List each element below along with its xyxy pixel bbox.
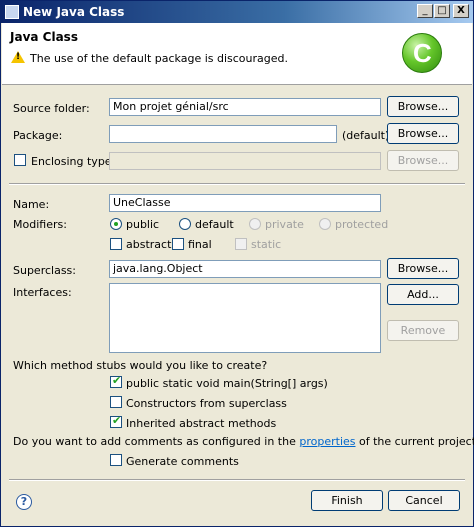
warning-message: The use of the default package is discou… [30, 52, 289, 65]
final-label: final [188, 238, 212, 251]
comments-question-pre: Do you want to add comments as configure… [13, 435, 300, 448]
finish-button[interactable]: Finish [311, 490, 383, 511]
warning-icon: ! [11, 51, 25, 63]
main-method-checkbox[interactable] [110, 374, 122, 388]
source-folder-browse-button[interactable]: Browse... [387, 96, 459, 117]
enclosing-type-label: Enclosing type: [31, 155, 116, 168]
interfaces-label: Interfaces: [13, 286, 72, 299]
superclass-input[interactable]: java.lang.Object [109, 260, 381, 278]
static-checkbox[interactable] [235, 238, 247, 250]
superclass-label: Superclass: [13, 264, 76, 277]
interfaces-list[interactable] [109, 283, 381, 353]
generate-comments-label: Generate comments [126, 455, 239, 468]
public-label: public [126, 218, 160, 231]
comments-question-post: of the current project? [355, 435, 474, 448]
separator [9, 183, 465, 185]
method-stubs-question: Which method stubs would you like to cre… [13, 359, 268, 372]
footer-separator [9, 479, 465, 481]
remove-interface-button[interactable]: Remove [387, 320, 459, 341]
protected-radio[interactable] [319, 218, 331, 230]
java-class-logo-icon: C [402, 33, 442, 73]
window-title: New Java Class [23, 5, 125, 19]
package-label: Package: [13, 129, 63, 142]
maximize-button[interactable]: □ [434, 4, 450, 18]
name-input[interactable]: UneClasse [109, 194, 381, 212]
enclosing-type-checkbox[interactable] [14, 154, 26, 166]
source-folder-label: Source folder: [13, 102, 90, 115]
enclosing-type-input[interactable] [109, 152, 381, 170]
final-checkbox[interactable] [172, 238, 184, 250]
properties-link[interactable]: properties [299, 435, 355, 448]
source-folder-input[interactable]: Mon projet génial/src [109, 98, 381, 116]
default-label: default [195, 218, 234, 231]
protected-label: protected [335, 218, 389, 231]
default-radio[interactable] [179, 218, 191, 230]
static-label: static [251, 238, 282, 251]
package-input[interactable] [109, 125, 337, 143]
help-icon[interactable]: ? [16, 494, 32, 510]
main-method-label: public static void main(String[] args) [126, 377, 328, 390]
private-radio[interactable] [249, 218, 261, 230]
page-title: Java Class [10, 30, 78, 44]
modifiers-label: Modifiers: [13, 218, 67, 231]
superclass-browse-button[interactable]: Browse... [387, 258, 459, 279]
comments-question: Do you want to add comments as configure… [13, 435, 474, 448]
name-label: Name: [13, 198, 50, 211]
close-button[interactable]: X [453, 4, 469, 18]
minimize-button[interactable]: _ [417, 4, 433, 18]
wizard-header: Java Class ! The use of the default pack… [2, 23, 472, 85]
public-radio[interactable] [110, 218, 122, 230]
new-java-class-dialog: New Java Class _ □ X Java Class ! The us… [0, 0, 474, 527]
cancel-button[interactable]: Cancel [388, 490, 460, 511]
package-browse-button[interactable]: Browse... [387, 123, 459, 144]
inherited-abstract-label: Inherited abstract methods [126, 417, 277, 430]
title-bar[interactable]: New Java Class _ □ X [1, 1, 473, 23]
window-icon [5, 5, 19, 19]
package-default-label: (default) [342, 129, 390, 142]
add-interface-button[interactable]: Add... [387, 284, 459, 305]
constructors-label: Constructors from superclass [126, 397, 287, 410]
constructors-checkbox[interactable] [110, 396, 122, 408]
enclosing-type-browse-button[interactable]: Browse... [387, 150, 459, 171]
private-label: private [265, 218, 304, 231]
abstract-checkbox[interactable] [110, 238, 122, 250]
abstract-label: abstract [126, 238, 172, 251]
generate-comments-checkbox[interactable] [110, 454, 122, 466]
inherited-abstract-checkbox[interactable] [110, 414, 122, 428]
